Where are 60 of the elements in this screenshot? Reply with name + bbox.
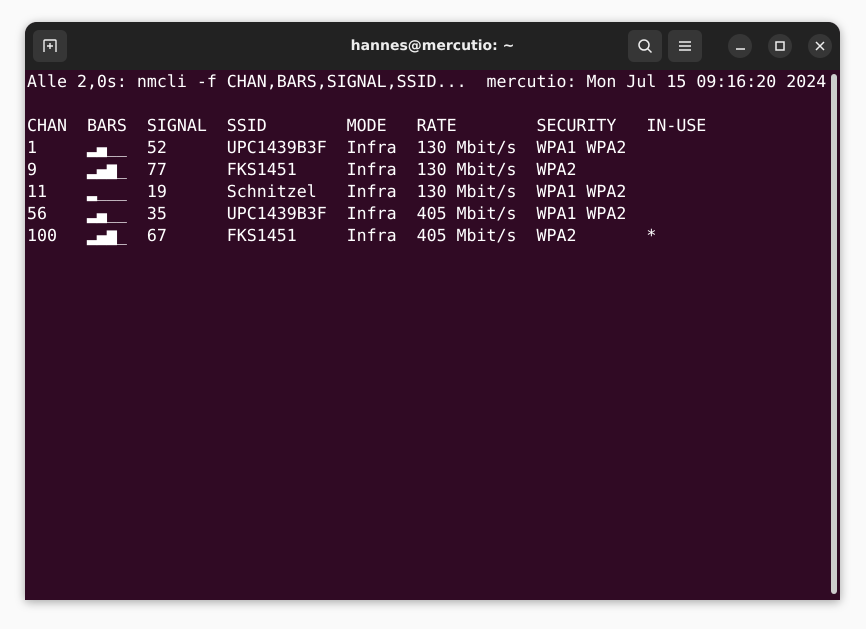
signal-bars: ▂▄▆_ <box>86 160 127 179</box>
column-header: SSID <box>226 116 267 135</box>
column-header: CHAN <box>27 116 67 135</box>
close-button[interactable] <box>808 34 832 58</box>
table-cell: 9 <box>27 160 37 179</box>
host-timestamp: mercutio: Mon Jul 15 09:16:20 2024 <box>486 71 826 93</box>
table-cell: WPA2 <box>536 160 576 179</box>
menu-icon <box>677 39 693 53</box>
table-cell: 1 <box>27 138 37 157</box>
table-cell: 405 Mbit/s <box>416 204 516 223</box>
table-cell: FKS1451 <box>226 226 297 245</box>
minimize-icon <box>736 48 744 50</box>
table-cell: 130 Mbit/s <box>416 160 516 179</box>
close-icon <box>815 41 825 51</box>
search-icon <box>636 37 654 55</box>
column-header: SIGNAL <box>146 116 207 135</box>
column-header: BARS <box>86 116 127 135</box>
table-cell: FKS1451 <box>226 160 297 179</box>
minimize-button[interactable] <box>728 34 752 58</box>
table-cell: WPA1 WPA2 <box>536 138 626 157</box>
table-cell: 130 Mbit/s <box>416 138 516 157</box>
table-cell: 19 <box>146 182 167 201</box>
signal-bars: ▂▄__ <box>86 204 127 223</box>
menu-button[interactable] <box>668 30 702 62</box>
table-cell: Schnitzel <box>226 182 317 201</box>
table-cell: WPA1 WPA2 <box>536 182 626 201</box>
table-cell: 100 <box>27 226 57 245</box>
column-header: IN-USE <box>646 116 706 135</box>
scrollbar[interactable] <box>831 74 837 594</box>
table-cell: * <box>646 226 656 245</box>
table-cell: 56 <box>27 204 47 223</box>
table-cell: 405 Mbit/s <box>416 226 516 245</box>
maximize-button[interactable] <box>768 34 792 58</box>
new-tab-icon <box>41 37 59 55</box>
table-cell: 67 <box>146 226 167 245</box>
column-header: MODE <box>346 116 387 135</box>
table-cell: WPA1 WPA2 <box>536 204 626 223</box>
table-cell: 52 <box>146 138 167 157</box>
column-header: RATE <box>416 116 457 135</box>
maximize-icon <box>775 41 785 51</box>
table-cell: UPC1439B3F <box>226 138 327 157</box>
table-cell: Infra <box>346 138 397 157</box>
new-tab-button[interactable] <box>33 30 67 62</box>
table-cell: UPC1439B3F <box>226 204 327 223</box>
search-button[interactable] <box>628 30 662 62</box>
table-cell: Infra <box>346 160 397 179</box>
column-header: SECURITY <box>536 116 616 135</box>
table-cell: Infra <box>346 182 397 201</box>
table-cell: WPA2 <box>536 226 576 245</box>
signal-bars: ▂___ <box>86 182 127 201</box>
table-cell: 77 <box>146 160 167 179</box>
table-cell: Infra <box>346 226 397 245</box>
table-cell: 35 <box>146 204 167 223</box>
signal-bars: ▂▄__ <box>86 138 127 157</box>
table-cell: 11 <box>27 182 47 201</box>
table-cell: 130 Mbit/s <box>416 182 516 201</box>
table-cell: Infra <box>346 204 397 223</box>
signal-bars: ▂▄▆_ <box>86 226 127 245</box>
watch-command: Alle 2,0s: nmcli -f CHAN,BARS,SIGNAL,SSID... <box>27 71 467 93</box>
window-title: hannes@mercutio: ~ <box>350 38 514 54</box>
